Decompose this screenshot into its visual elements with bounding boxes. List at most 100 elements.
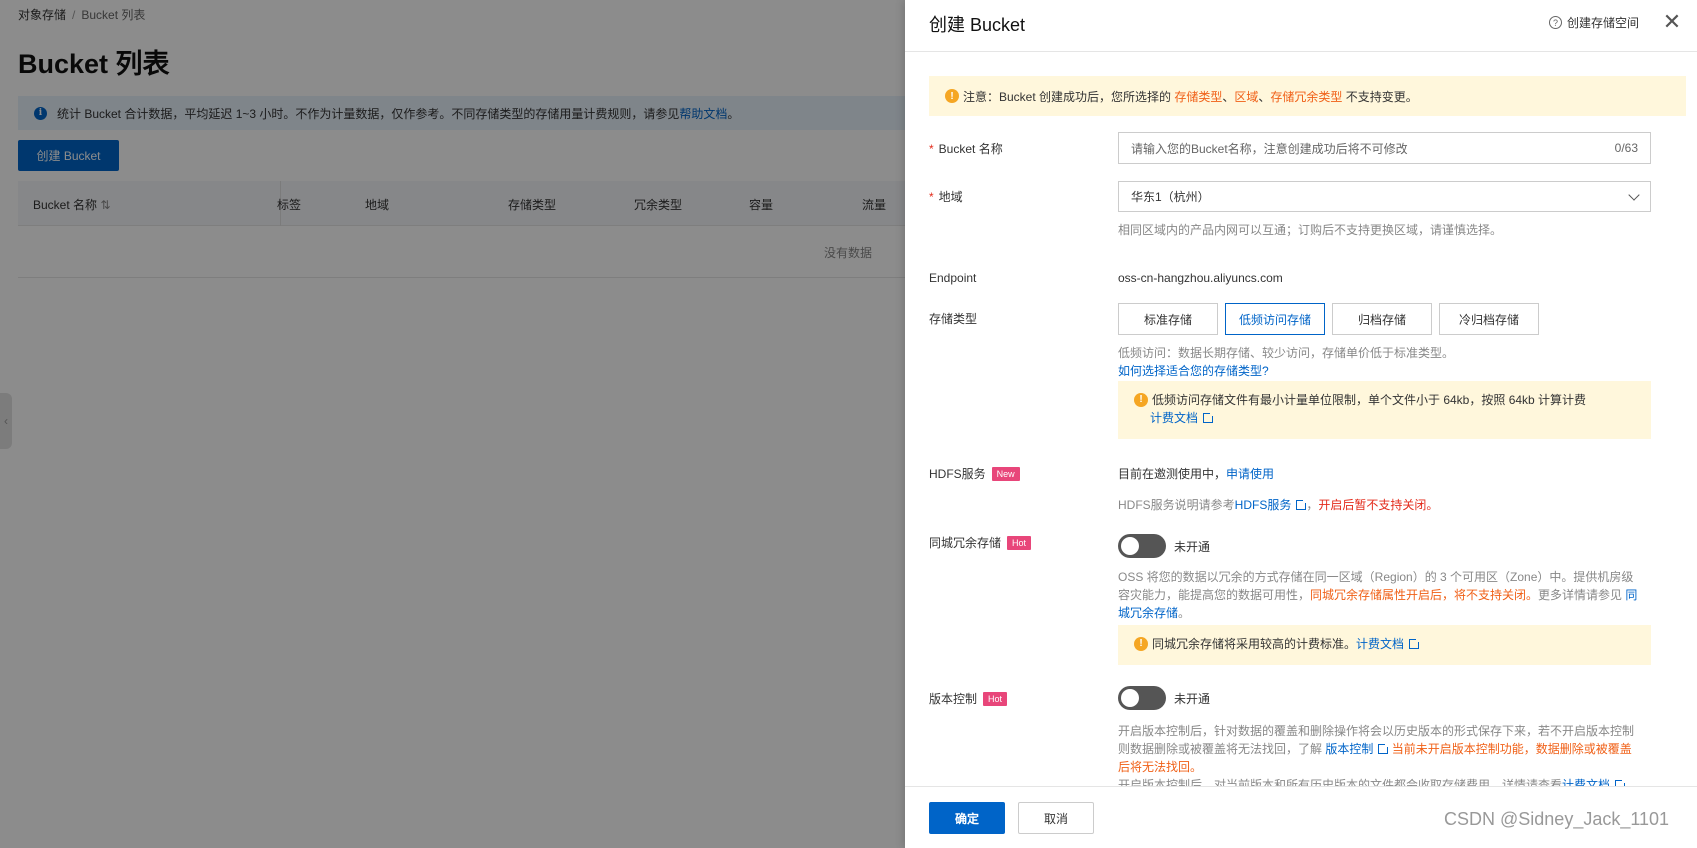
drawer-body[interactable]: ! 注意：Bucket 创建成功后，您所选择的 存储类型、区域、存储冗余类型 不… <box>905 52 1697 786</box>
zrs-warning-text: 同城冗余存储将采用较高的计费标准。 <box>1152 637 1357 651</box>
region-field[interactable]: 华东1（杭州） <box>1118 181 1651 212</box>
external-link-icon <box>1296 498 1309 510</box>
external-link-icon <box>1378 742 1391 754</box>
required-mark: * <box>929 142 934 156</box>
required-mark: * <box>929 190 934 204</box>
notice-banner: ! 注意：Bucket 创建成功后，您所选择的 存储类型、区域、存储冗余类型 不… <box>929 76 1686 116</box>
notice-prefix: 注意：Bucket 创建成功后，您所选择的 <box>963 89 1175 104</box>
billing-doc-link[interactable]: 计费文档 <box>1356 635 1404 653</box>
drawer-header: 创建 Bucket ? 创建存储空间 ✕ <box>905 0 1697 52</box>
modal-mask[interactable] <box>0 0 905 848</box>
label-text: 同城冗余存储 <box>929 536 1002 550</box>
storage-option-standard[interactable]: 标准存储 <box>1118 303 1218 335</box>
region-select[interactable]: 华东1（杭州） <box>1118 181 1651 212</box>
bucket-name-input[interactable]: 请输入您的Bucket名称，注意创建成功后将不可修改 0/63 <box>1118 132 1651 164</box>
external-link-icon <box>1203 411 1216 423</box>
versioning-desc-line: 后将无法找回。 <box>1118 760 1203 774</box>
hdfs-status-text: 目前在邀测使用中， <box>1118 467 1227 481</box>
warning-icon: ! <box>945 89 959 103</box>
desc-text: 。 <box>1178 606 1191 620</box>
notice-redundancy: 存储冗余类型 <box>1270 89 1343 104</box>
label-text: HDFS服务 <box>929 467 986 481</box>
zrs-description: OSS 将您的数据以冗余的方式存储在同一区域（Region）的 3 个可用区（Z… <box>1118 568 1651 622</box>
zrs-switch[interactable]: 未开通 <box>1118 534 1210 558</box>
region-label: * 地域 <box>929 188 963 205</box>
zrs-desc-line: 容灾能力，能提高您的数据可用性，同城冗余存储属性开启后，将不支持关闭。更多详情请… <box>1118 586 1651 604</box>
help-link-text: 创建存储空间 <box>1567 16 1640 30</box>
versioning-desc-line: 开启版本控制后，对当前版本和所有历史版本的文件都会收取存储费用，详情请查看计费文… <box>1118 776 1651 786</box>
desc-text: 更多详情请参见 <box>1538 588 1626 602</box>
zrs-doc-link[interactable]: 城冗余存储 <box>1118 606 1178 620</box>
storage-option-archive[interactable]: 归档存储 <box>1332 303 1432 335</box>
drawer-footer: 确定 取消 CSDN @Sidney_Jack_1101 <box>905 786 1697 848</box>
zrs-warning: ! 同城冗余存储将采用较高的计费标准。 计费文档 <box>1118 625 1651 665</box>
create-bucket-drawer: 创建 Bucket ? 创建存储空间 ✕ ! 注意：Bucket 创建成功后，您… <box>905 0 1697 848</box>
hot-badge: Hot <box>983 692 1008 706</box>
choose-storage-link[interactable]: 如何选择适合您的存储类型? <box>1118 362 1269 380</box>
bucket-name-field[interactable]: 请输入您的Bucket名称，注意创建成功后将不可修改 0/63 <box>1118 132 1651 164</box>
chevron-down-icon <box>1628 188 1640 201</box>
versioning-desc-line: 开启版本控制后，针对数据的覆盖和删除操作将会以历史版本的形式保存下来，若不开启版… <box>1118 724 1635 738</box>
versioning-doc-link[interactable]: 版本控制 <box>1325 742 1373 756</box>
notice-sep: 、 <box>1258 89 1271 104</box>
warning-icon: ! <box>1134 637 1148 651</box>
zrs-desc-line: 城冗余存储。 <box>1118 604 1651 622</box>
zrs-toggle-label: 未开通 <box>1174 539 1211 554</box>
billing-doc-link[interactable]: 计费文档 <box>1150 411 1198 425</box>
hdfs-doc-link[interactable]: HDFS服务 <box>1235 498 1292 512</box>
bucket-name-placeholder: 请输入您的Bucket名称，注意创建成功后将不可修改 <box>1131 141 1408 156</box>
notice-suffix: 不支持变更。 <box>1342 89 1418 104</box>
cancel-button[interactable]: 取消 <box>1018 802 1094 834</box>
hint-text: HDFS服务说明请参考 <box>1118 498 1235 512</box>
create-storage-help-link[interactable]: ? 创建存储空间 <box>1549 14 1639 31</box>
desc-text: 开启版本控制后，对当前版本和所有历史版本的文件都会收取存储费用，详情请查看 <box>1118 778 1563 786</box>
label-text: 地域 <box>938 190 963 204</box>
endpoint-value: oss-cn-hangzhou.aliyuncs.com <box>1118 271 1283 285</box>
versioning-label: 版本控制 Hot <box>929 690 1008 707</box>
label-text: 版本控制 <box>929 692 978 706</box>
zrs-doc-link[interactable]: 同 <box>1625 588 1637 602</box>
storage-type-selector: 标准存储 低频访问存储 归档存储 冷归档存储 <box>1118 303 1539 335</box>
notice-sep: 、 <box>1222 89 1235 104</box>
watermark: CSDN @Sidney_Jack_1101 <box>1444 809 1670 829</box>
versioning-warning-text: 当前未开启版本控制功能，数据删除或被覆盖 <box>1391 742 1632 756</box>
new-badge: New <box>991 467 1020 481</box>
region-hint: 相同区域内的产品内网可以互通；订购后不支持更换区域，请谨慎选择。 <box>1118 223 1503 237</box>
hdfs-status: 目前在邀测使用中，申请使用 <box>1118 465 1274 482</box>
zrs-desc-line: OSS 将您的数据以冗余的方式存储在同一区域（Region）的 3 个可用区（Z… <box>1118 570 1634 584</box>
char-counter: 0/63 <box>1614 141 1638 155</box>
storage-option-ia[interactable]: 低频访问存储 <box>1225 303 1325 335</box>
warning-icon: ! <box>1134 393 1148 407</box>
desc-text: 容灾能力，能提高您的数据可用性， <box>1118 588 1311 602</box>
endpoint-label: Endpoint <box>929 271 977 285</box>
question-icon: ? <box>1549 16 1562 29</box>
hdfs-warning-text: 开启后暂不支持关闭。 <box>1318 498 1439 512</box>
desc-text: 则数据删除或被覆盖将无法找回，了解 <box>1118 742 1326 756</box>
apply-hdfs-link[interactable]: 申请使用 <box>1226 467 1274 481</box>
confirm-button[interactable]: 确定 <box>929 802 1005 834</box>
versioning-switch[interactable]: 未开通 <box>1118 686 1210 710</box>
versioning-toggle[interactable] <box>1118 686 1166 710</box>
region-value: 华东1（杭州） <box>1131 190 1210 204</box>
zrs-toggle[interactable] <box>1118 534 1166 558</box>
hdfs-hint: HDFS服务说明请参考HDFS服务 ，开启后暂不支持关闭。 <box>1118 496 1438 514</box>
storage-hint: 低频访问：数据长期存储、较少访问，存储单价低于标准类型。 <box>1118 346 1455 360</box>
zrs-warning-text: 同城冗余存储属性开启后，将不支持关闭。 <box>1310 588 1539 602</box>
notice-region: 区域 <box>1234 89 1259 104</box>
hot-badge: Hot <box>1007 536 1032 550</box>
label-text: Bucket 名称 <box>938 142 1003 156</box>
versioning-toggle-label: 未开通 <box>1174 691 1211 706</box>
billing-doc-link[interactable]: 计费文档 <box>1562 778 1610 786</box>
hdfs-label: HDFS服务 New <box>929 465 1020 482</box>
bucket-name-label: * Bucket 名称 <box>929 140 1003 157</box>
versioning-description: 开启版本控制后，针对数据的覆盖和删除操作将会以历史版本的形式保存下来，若不开启版… <box>1118 722 1651 786</box>
notice-text: 注意：Bucket 创建成功后，您所选择的 存储类型、区域、存储冗余类型 不支持… <box>963 88 1418 105</box>
close-icon[interactable]: ✕ <box>1661 11 1683 34</box>
drawer-title: 创建 Bucket <box>929 15 1026 35</box>
zrs-label: 同城冗余存储 Hot <box>929 534 1032 551</box>
storage-type-label: 存储类型 <box>929 312 978 326</box>
storage-option-cold-archive[interactable]: 冷归档存储 <box>1439 303 1539 335</box>
storage-warning: ! 低频访问存储文件有最小计量单位限制，单个文件小于 64kb，按照 64kb 计… <box>1118 381 1651 439</box>
storage-warning-text: 低频访问存储文件有最小计量单位限制，单个文件小于 64kb，按照 64kb 计算… <box>1152 393 1587 407</box>
external-link-icon <box>1409 637 1422 649</box>
